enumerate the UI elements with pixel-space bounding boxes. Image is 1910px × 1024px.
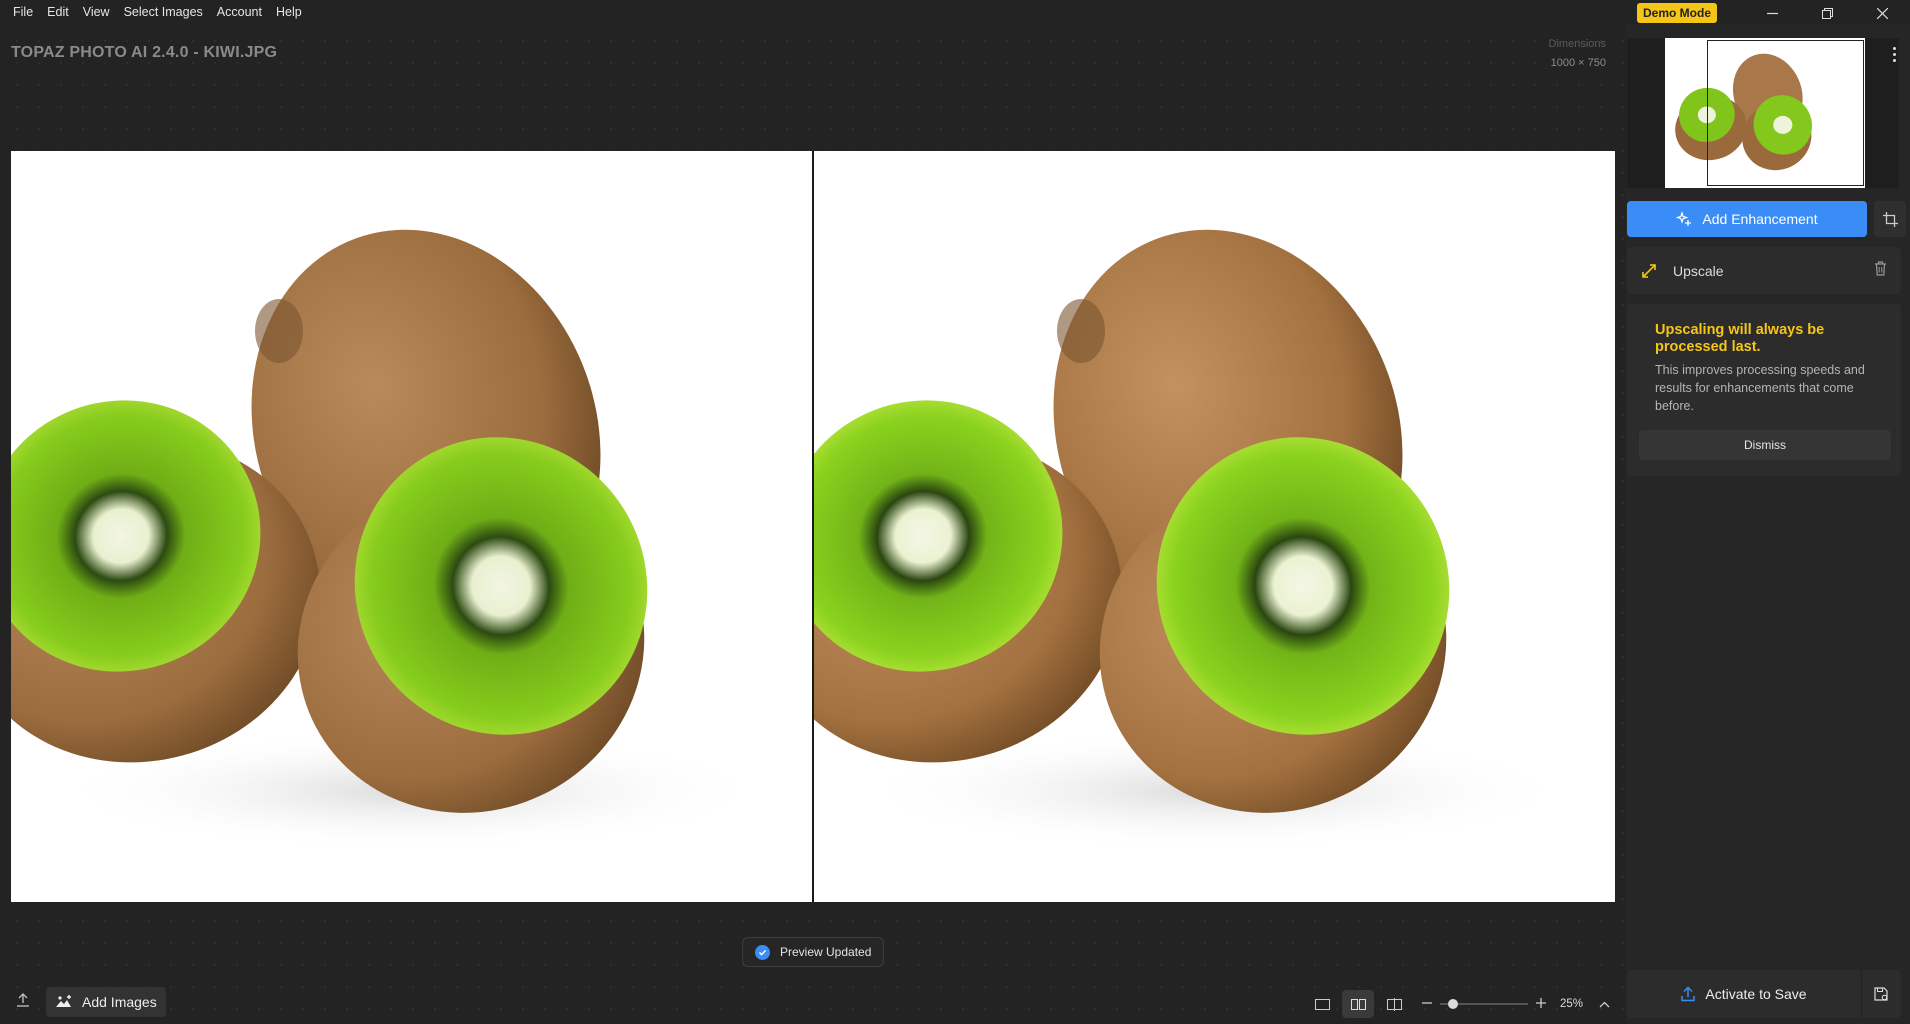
- side-by-side-view-button[interactable]: [1342, 990, 1374, 1018]
- zoom-in-icon[interactable]: [1536, 995, 1546, 1013]
- menu-account[interactable]: Account: [210, 5, 269, 19]
- export-settings-button[interactable]: [1861, 970, 1901, 1018]
- page-title: TOPAZ PHOTO AI 2.4.0 - KIWI.JPG: [11, 44, 278, 61]
- navigator-thumbnail[interactable]: [1627, 38, 1899, 188]
- more-options-button[interactable]: [1886, 44, 1902, 64]
- crop-button[interactable]: [1874, 201, 1906, 237]
- notice-body: This improves processing speeds and resu…: [1655, 363, 1865, 413]
- upload-icon[interactable]: [14, 991, 32, 1014]
- kiwi-processed-image: [813, 229, 1573, 851]
- crop-icon: [1882, 211, 1898, 227]
- original-image-pane[interactable]: [11, 151, 813, 902]
- trash-icon[interactable]: [1874, 260, 1887, 281]
- enhancement-label-upscale: Upscale: [1673, 262, 1724, 279]
- zoom-slider-thumb[interactable]: [1447, 999, 1458, 1009]
- zoom-slider[interactable]: [1440, 999, 1528, 1009]
- notice-title: Upscaling will always be processed last.: [1655, 322, 1825, 355]
- compare-divider-handle[interactable]: [812, 151, 814, 902]
- dimensions-label: Dimensions: [1548, 38, 1606, 50]
- menu-select-images[interactable]: Select Images: [117, 5, 210, 19]
- sparkle-plus-icon: [1676, 211, 1692, 226]
- single-view-button[interactable]: [1306, 990, 1338, 1018]
- more-vertical-icon: [1892, 46, 1896, 50]
- add-enhancement-button[interactable]: Add Enhancement: [1627, 201, 1867, 237]
- navigator-viewport-frame[interactable]: [1707, 40, 1864, 186]
- canvas-area: TOPAZ PHOTO AI 2.4.0 - KIWI.JPG Dimensio…: [0, 24, 1626, 1024]
- restore-button[interactable]: [1800, 0, 1855, 26]
- preview-updated-toast: Preview Updated: [742, 937, 885, 967]
- enhancement-item-upscale[interactable]: Upscale: [1627, 247, 1901, 294]
- add-images-label: Add Images: [82, 994, 157, 1010]
- menu-edit[interactable]: Edit: [40, 5, 76, 19]
- add-images-button[interactable]: Add Images: [46, 987, 166, 1017]
- chevron-up-icon[interactable]: [1599, 995, 1610, 1013]
- activate-label: Activate to Save: [1705, 986, 1807, 1002]
- demo-mode-badge[interactable]: Demo Mode: [1636, 3, 1717, 23]
- bottom-left-toolbar: Add Images: [14, 987, 166, 1017]
- zoom-out-icon[interactable]: [1422, 995, 1432, 1013]
- restore-icon: [1822, 7, 1833, 19]
- upscale-arrows-icon: [1642, 263, 1656, 278]
- split-view-icon: [1386, 997, 1402, 1011]
- dimensions-info: Dimensions 1000 × 750: [1549, 35, 1606, 73]
- close-icon: [1877, 7, 1888, 19]
- menu-help[interactable]: Help: [269, 5, 309, 19]
- window-controls: Demo Mode: [1636, 0, 1910, 26]
- compare-view[interactable]: [11, 151, 1615, 902]
- add-enhancement-label: Add Enhancement: [1702, 211, 1818, 227]
- view-controls: 25%: [1306, 990, 1610, 1018]
- toast-text: Preview Updated: [780, 945, 872, 959]
- dismiss-button[interactable]: Dismiss: [1639, 430, 1891, 460]
- menu-bar: File Edit View Select Images Account Hel…: [0, 0, 309, 24]
- menu-file[interactable]: File: [6, 5, 40, 19]
- add-image-icon: [56, 995, 71, 1007]
- kiwi-original-image: [11, 229, 771, 851]
- right-panel: Add Enhancement Upscale Upscaling will a…: [1626, 24, 1910, 1024]
- close-button[interactable]: [1855, 0, 1910, 26]
- minimize-icon: [1767, 12, 1778, 14]
- split-view-button[interactable]: [1378, 990, 1410, 1018]
- save-settings-icon: [1874, 986, 1888, 1001]
- activate-to-save-button[interactable]: Activate to Save: [1627, 970, 1861, 1018]
- dimensions-value: 1000 × 750: [1550, 57, 1606, 69]
- zoom-level[interactable]: 25%: [1560, 998, 1583, 1010]
- upload-icon: [1681, 986, 1696, 1002]
- processed-image-pane[interactable]: [813, 151, 1615, 902]
- upscale-notice-card: Upscaling will always be processed last.…: [1627, 304, 1901, 476]
- single-view-icon: [1314, 998, 1330, 1010]
- minimize-button[interactable]: [1745, 0, 1800, 26]
- side-by-side-icon: [1350, 998, 1366, 1010]
- menu-view[interactable]: View: [76, 5, 117, 19]
- save-bar: Activate to Save: [1627, 970, 1901, 1018]
- check-circle-icon: [755, 944, 770, 960]
